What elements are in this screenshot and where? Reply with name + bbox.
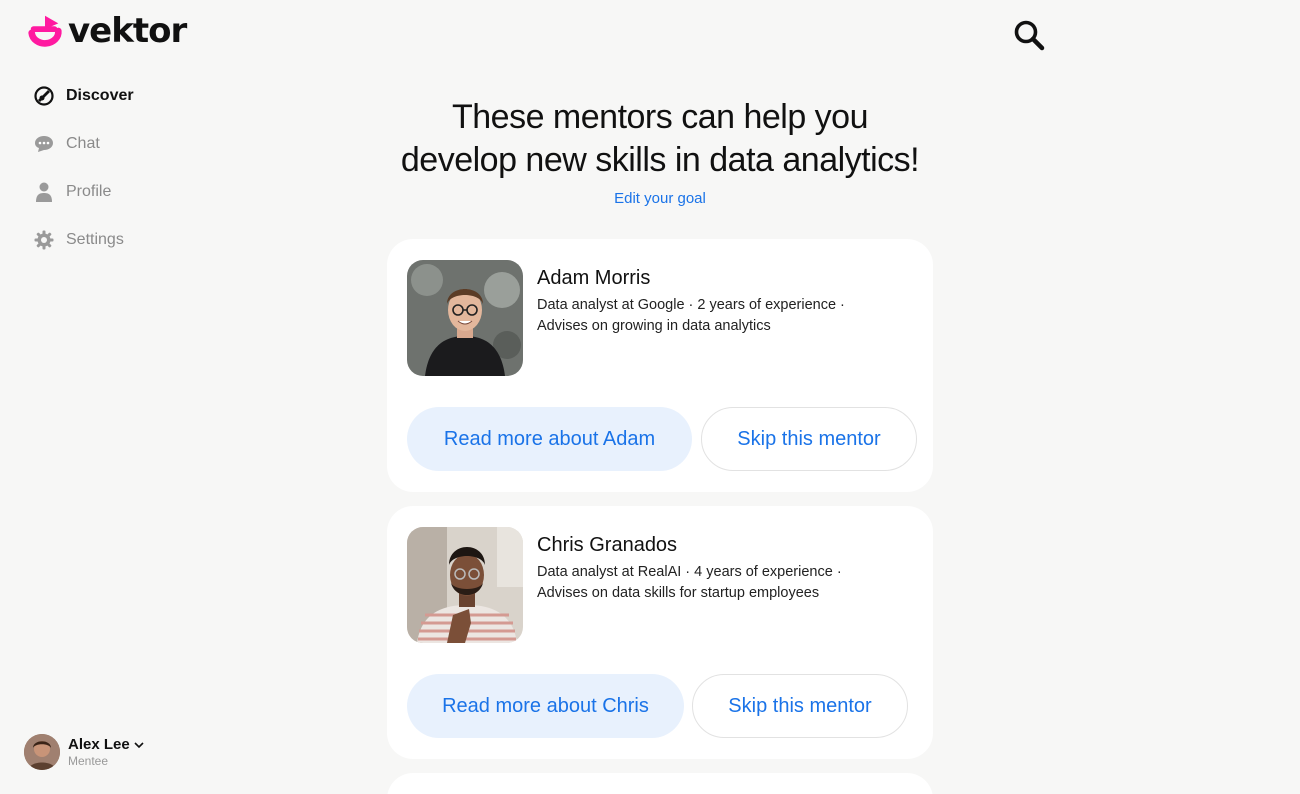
read-more-button[interactable]: Read more about Adam <box>407 407 692 471</box>
mentor-photo <box>407 260 523 376</box>
mentor-card: Adam Morris Data analyst at Google · 2 y… <box>387 239 933 492</box>
sidebar-nav: Discover Chat Profile Settings <box>34 72 134 264</box>
sidebar-item-chat[interactable]: Chat <box>34 120 134 168</box>
mentor-card <box>387 773 933 794</box>
edit-goal-link[interactable]: Edit your goal <box>560 190 760 207</box>
page-title-line-2: develop new skills in data analytics! <box>400 141 920 179</box>
mentor-description-line: Data analyst at RealAI · 4 years of expe… <box>537 564 842 580</box>
user-name-row: Alex Lee <box>68 736 144 753</box>
mentor-photo <box>407 527 523 643</box>
skip-mentor-button[interactable]: Skip this mentor <box>692 674 908 738</box>
sidebar-item-label: Chat <box>66 135 100 152</box>
sidebar-item-label: Discover <box>66 87 134 104</box>
sidebar-item-settings[interactable]: Settings <box>34 216 134 264</box>
app-root: vektor Discover Chat Profile Settings Al… <box>0 0 1300 794</box>
sidebar-item-label: Settings <box>66 231 124 248</box>
vektor-logo-icon <box>28 15 62 47</box>
skip-mentor-button[interactable]: Skip this mentor <box>701 407 917 471</box>
avatar <box>24 734 60 770</box>
mentor-card: Chris Granados Data analyst at RealAI · … <box>387 506 933 759</box>
user-role: Mentee <box>68 754 109 768</box>
search-icon <box>1014 20 1045 51</box>
mentor-name: Chris Granados <box>537 534 678 556</box>
mentor-description-line: Advises on growing in data analytics <box>537 318 771 334</box>
read-more-button[interactable]: Read more about Chris <box>407 674 684 738</box>
mentor-description: Data analyst at RealAI · 4 years of expe… <box>537 562 907 604</box>
search-button[interactable] <box>1012 18 1046 52</box>
user-menu[interactable]: Alex Lee Mentee <box>24 734 144 770</box>
mentor-name: Adam Morris <box>537 267 651 289</box>
brand-logo[interactable]: vektor <box>26 11 187 51</box>
chevron-down-icon <box>134 741 144 748</box>
mentor-description: Data analyst at Google · 2 years of expe… <box>537 295 907 337</box>
mentor-description-line: Data analyst at Google · 2 years of expe… <box>537 297 845 313</box>
sidebar-item-profile[interactable]: Profile <box>34 168 134 216</box>
sidebar-item-label: Profile <box>66 183 112 200</box>
profile-icon <box>34 182 54 202</box>
user-name: Alex Lee <box>68 736 130 753</box>
sidebar-item-discover[interactable]: Discover <box>34 72 134 120</box>
page-title-line-1: These mentors can help you <box>451 98 869 136</box>
page-title: These mentors can help you develop new s… <box>360 96 960 182</box>
gear-icon <box>34 230 54 250</box>
discover-icon <box>34 86 54 106</box>
brand-name: vektor <box>68 11 187 51</box>
chat-icon <box>34 134 54 154</box>
mentor-description-line: Advises on data skills for startup emplo… <box>537 585 820 601</box>
